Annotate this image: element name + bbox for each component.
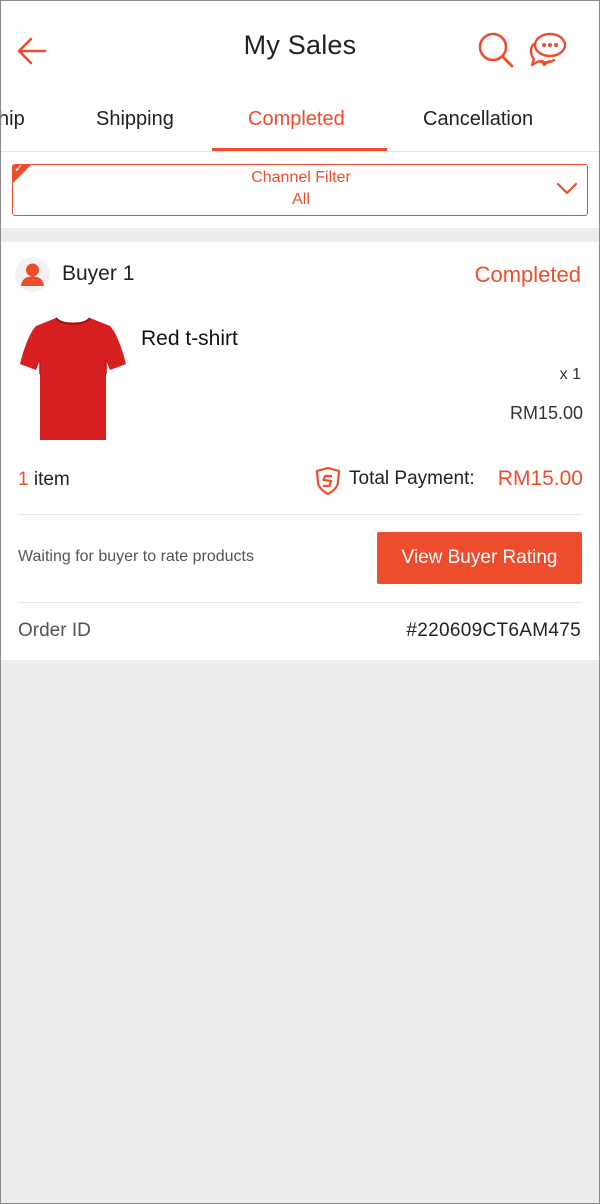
chat-icon[interactable] bbox=[528, 32, 568, 68]
product-name: Red t-shirt bbox=[141, 327, 238, 350]
buyer-name[interactable]: Buyer 1 bbox=[62, 262, 134, 286]
product-price: RM15.00 bbox=[509, 403, 583, 423]
tab-cancellation[interactable]: Cancellation bbox=[423, 108, 533, 131]
user-icon bbox=[21, 263, 44, 286]
channel-filter-dropdown[interactable]: ✓ Channel Filter All bbox=[12, 164, 588, 216]
app-header: My Sales bbox=[0, 0, 600, 100]
divider bbox=[18, 602, 582, 603]
shopee-guarantee-shield-icon bbox=[315, 467, 341, 495]
channel-filter-value: All bbox=[292, 191, 310, 208]
filter-area: ✓ Channel Filter All bbox=[0, 152, 600, 228]
divider bbox=[18, 514, 582, 515]
tab-shipping[interactable]: Shipping bbox=[96, 108, 174, 131]
item-count-number: 1 bbox=[18, 469, 29, 490]
view-buyer-rating-button[interactable]: View Buyer Rating bbox=[377, 532, 582, 584]
product-quantity: x 1 bbox=[559, 366, 581, 383]
tab-completed[interactable]: Completed bbox=[248, 108, 345, 131]
status-tabs: hip Shipping Completed Cancellation bbox=[0, 100, 600, 152]
channel-filter-label: Channel Filter bbox=[251, 169, 351, 186]
order-id-value[interactable]: #220609CT6AM475 bbox=[406, 620, 581, 642]
tab-to-ship[interactable]: hip bbox=[0, 108, 25, 131]
search-icon[interactable] bbox=[477, 31, 515, 69]
total-payment-label: Total Payment: bbox=[349, 468, 475, 489]
avatar bbox=[15, 257, 50, 292]
order-card[interactable]: Buyer 1 Completed Red t-shirt x 1 RM15.0… bbox=[0, 242, 600, 660]
item-count: 1 item bbox=[18, 469, 70, 491]
item-count-label: item bbox=[33, 469, 70, 490]
chevron-down-icon bbox=[556, 182, 578, 195]
product-image bbox=[20, 317, 126, 440]
rating-status-text: Waiting for buyer to rate products bbox=[18, 548, 254, 565]
order-status: Completed bbox=[474, 262, 581, 287]
order-id-label: Order ID bbox=[18, 620, 91, 641]
active-tab-indicator bbox=[212, 148, 387, 151]
total-payment-value: RM15.00 bbox=[497, 467, 583, 490]
